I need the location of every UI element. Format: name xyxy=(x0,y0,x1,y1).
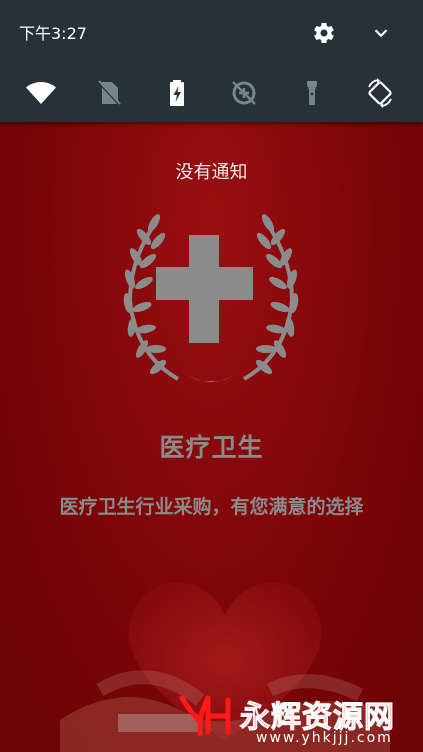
auto-rotate-icon[interactable] xyxy=(363,76,397,110)
watermark-logo-icon xyxy=(179,695,231,736)
phone-screen: 下午3:27 没有通知 医疗卫生 医疗卫生行业采购，有您满意的选择 永辉资源网 … xyxy=(0,0,423,752)
app-slogan: 医疗卫生行业采购，有您满意的选择 xyxy=(59,496,364,518)
data-saver-off-icon[interactable] xyxy=(227,76,261,110)
quick-settings-row xyxy=(0,70,423,114)
watermark: 永辉资源网 www.yhkjjj.com xyxy=(178,692,418,750)
chevron-down-icon[interactable] xyxy=(370,22,392,44)
battery-charging-icon[interactable] xyxy=(160,76,194,110)
flashlight-icon[interactable] xyxy=(295,76,329,110)
app-title: 医疗卫生 xyxy=(159,433,264,462)
red-cross-emblem xyxy=(123,214,299,382)
status-time: 下午3:27 xyxy=(19,24,87,43)
watermark-url: www.yhkjjj.com xyxy=(256,730,393,746)
no-sim-icon[interactable] xyxy=(92,76,126,110)
gear-icon[interactable] xyxy=(312,21,336,45)
wifi-icon[interactable] xyxy=(24,76,58,110)
no-notifications-label: 没有通知 xyxy=(175,162,248,183)
notification-shade: 下午3:27 xyxy=(0,0,423,122)
status-row: 下午3:27 xyxy=(0,0,423,62)
